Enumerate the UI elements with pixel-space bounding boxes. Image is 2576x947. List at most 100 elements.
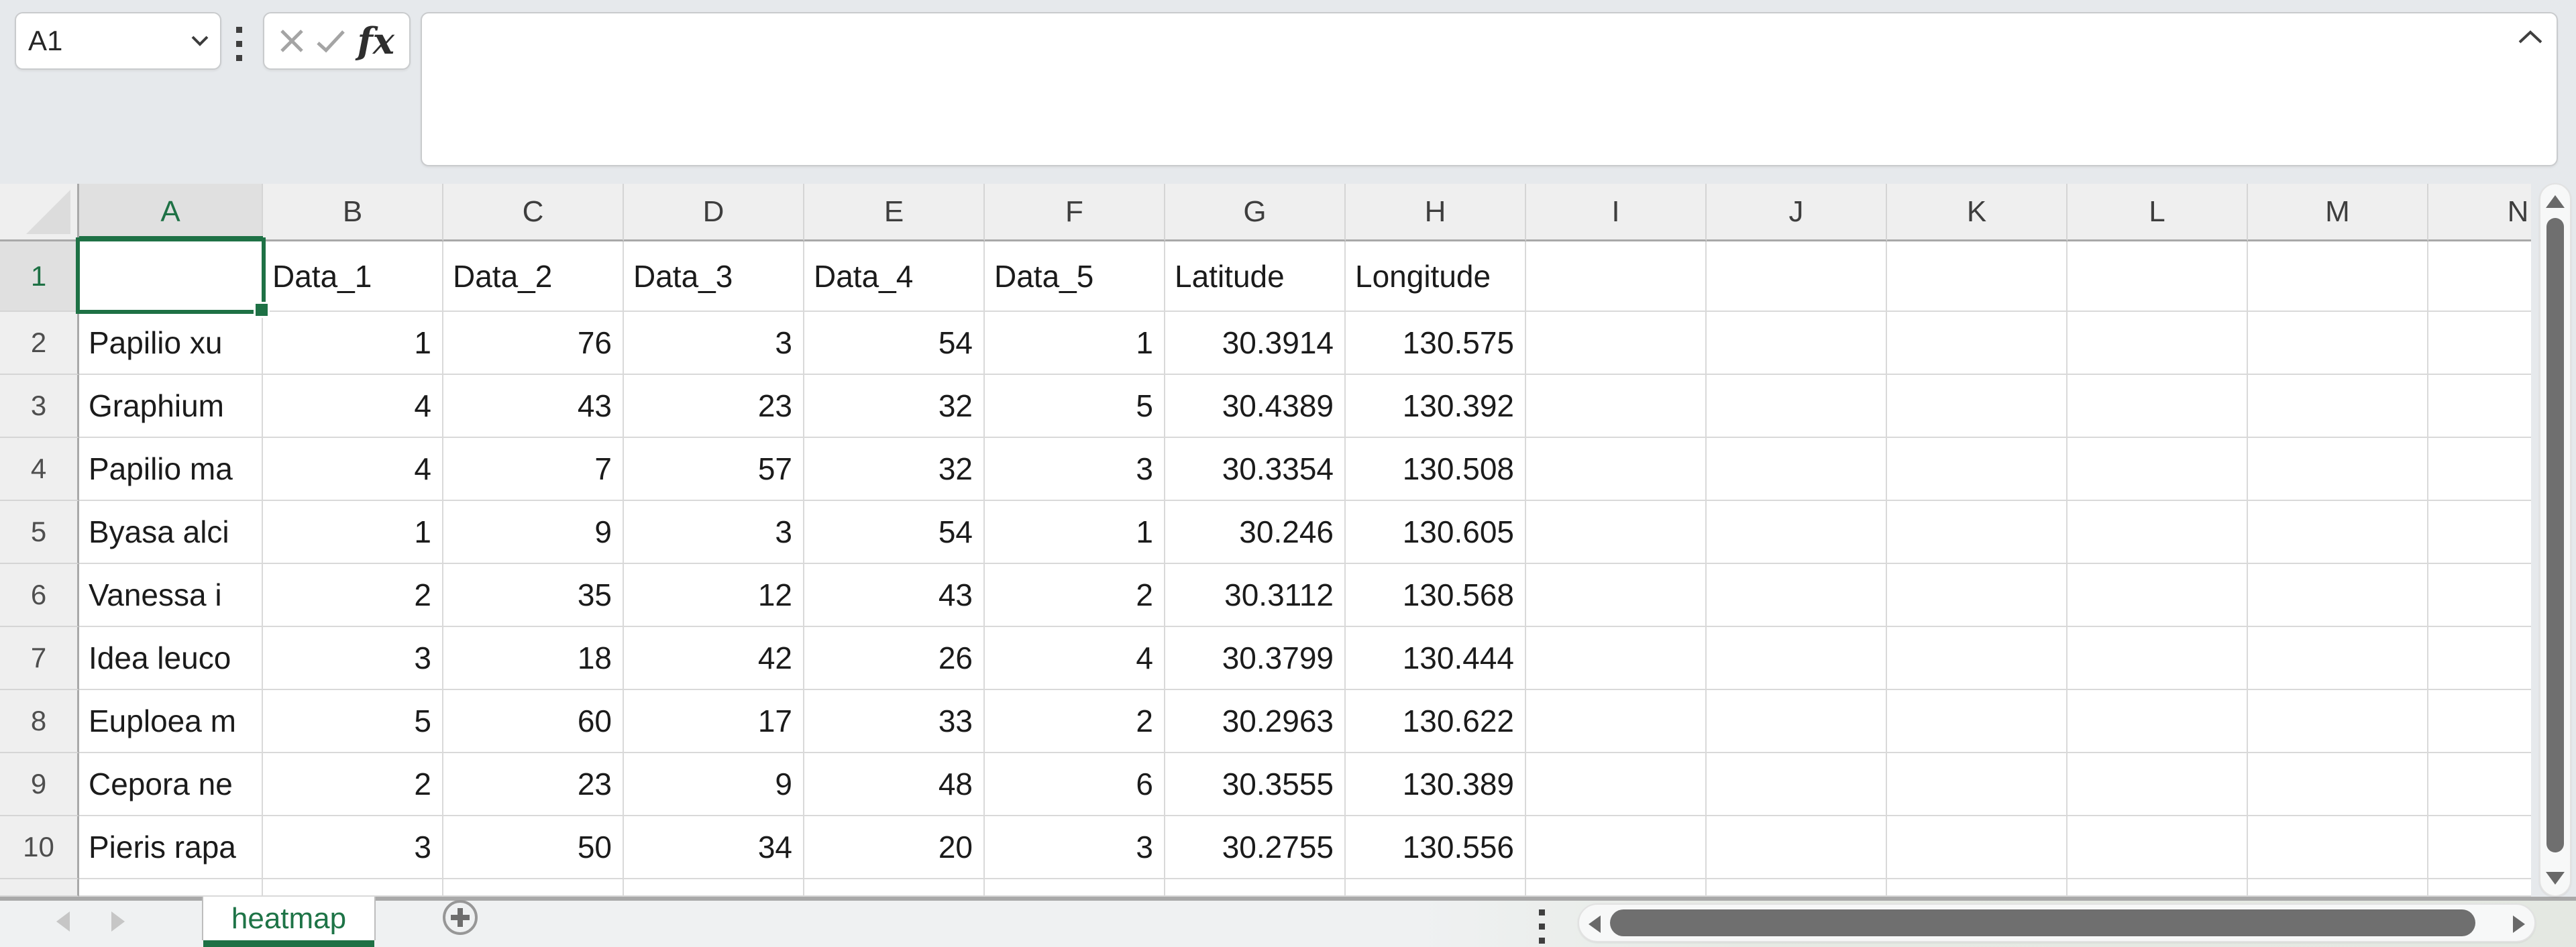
cell-latitude[interactable]: 30.3354 [1165,438,1346,501]
cell[interactable] [2428,879,2531,897]
cell[interactable]: 17 [624,690,804,753]
column-header-M[interactable]: M [2248,184,2428,241]
cell-species[interactable]: Idea leuco [79,627,263,690]
row-header-2[interactable]: 2 [0,312,79,375]
cell[interactable] [2248,627,2428,690]
next-sheet-icon[interactable] [111,911,125,932]
row-header-5[interactable]: 5 [0,501,79,564]
row-header-10[interactable]: 10 [0,816,79,879]
cell[interactable]: 54 [804,501,985,564]
cell[interactable] [2248,753,2428,816]
cell[interactable] [1887,241,2068,312]
cell[interactable] [1526,690,1707,753]
cell[interactable] [2068,241,2248,312]
cell[interactable]: 50 [443,816,624,879]
cell[interactable] [624,879,804,897]
cell-species[interactable]: Euploea m [79,690,263,753]
cell[interactable] [1526,312,1707,375]
cell[interactable]: 1 [985,312,1165,375]
cell[interactable]: 32 [804,375,985,438]
cell-latitude[interactable]: 30.2755 [1165,816,1346,879]
cell[interactable]: 2 [263,753,443,816]
row-header-11[interactable] [0,879,79,897]
cell[interactable] [1887,627,2068,690]
cell-longitude[interactable]: 130.575 [1346,312,1526,375]
horizontal-scrollbar-thumb[interactable] [1610,909,2475,936]
cell[interactable] [1526,816,1707,879]
cell[interactable] [2068,501,2248,564]
scroll-down-icon[interactable] [2546,872,2565,885]
cell[interactable] [2248,438,2428,501]
column-header-F[interactable]: F [985,184,1165,241]
cell[interactable] [1707,879,1887,897]
cell[interactable] [2068,690,2248,753]
cell[interactable] [1526,438,1707,501]
cell-species[interactable]: Graphium [79,375,263,438]
column-header-E[interactable]: E [804,184,985,241]
cell-B1[interactable]: Data_1 [263,241,443,312]
cell[interactable]: 9 [443,501,624,564]
column-header-I[interactable]: I [1526,184,1707,241]
cell-F1[interactable]: Data_5 [985,241,1165,312]
horizontal-scrollbar[interactable] [1578,903,2536,942]
cell[interactable] [1887,816,2068,879]
cell[interactable] [1526,501,1707,564]
cell[interactable]: 2 [985,564,1165,627]
cell[interactable] [1887,375,2068,438]
cell-D1[interactable]: Data_3 [624,241,804,312]
cell[interactable]: 3 [263,816,443,879]
cell[interactable] [2428,816,2531,879]
cell[interactable] [1707,241,1887,312]
cell[interactable]: 1 [263,312,443,375]
cell[interactable] [1707,375,1887,438]
cell[interactable]: 35 [443,564,624,627]
formula-bar-grip-icon[interactable] [236,27,242,61]
cell[interactable] [2068,816,2248,879]
cell[interactable] [1707,501,1887,564]
cell[interactable] [2248,501,2428,564]
cell-E1[interactable]: Data_4 [804,241,985,312]
cell[interactable]: 26 [804,627,985,690]
cell-G1[interactable]: Latitude [1165,241,1346,312]
cell[interactable] [2248,690,2428,753]
cell[interactable] [985,879,1165,897]
cell[interactable] [2248,564,2428,627]
cell[interactable] [1526,879,1707,897]
cell[interactable]: 5 [985,375,1165,438]
cell-species[interactable]: Papilio ma [79,438,263,501]
cell[interactable] [79,879,263,897]
row-header-6[interactable]: 6 [0,564,79,627]
column-header-L[interactable]: L [2068,184,2248,241]
cell[interactable] [2248,879,2428,897]
cancel-icon[interactable] [279,28,305,54]
cell-latitude[interactable]: 30.3914 [1165,312,1346,375]
cell[interactable]: 1 [263,501,443,564]
cell[interactable] [1887,438,2068,501]
cell-longitude[interactable]: 130.556 [1346,816,1526,879]
cell-longitude[interactable]: 130.392 [1346,375,1526,438]
cell[interactable] [2068,312,2248,375]
scrollbar-grip-icon[interactable] [1539,909,1545,944]
cell[interactable]: 3 [263,627,443,690]
chevron-up-icon[interactable] [2518,30,2543,44]
cell[interactable]: 1 [985,501,1165,564]
cell[interactable] [2248,375,2428,438]
row-header-4[interactable]: 4 [0,438,79,501]
column-header-H[interactable]: H [1346,184,1526,241]
cell[interactable] [2428,312,2531,375]
cell-latitude[interactable]: 30.246 [1165,501,1346,564]
cell[interactable] [2068,879,2248,897]
column-header-A[interactable]: A [79,184,263,241]
cell[interactable] [1707,564,1887,627]
cell[interactable] [1887,879,2068,897]
cell[interactable]: 2 [263,564,443,627]
cell[interactable] [2428,438,2531,501]
cell[interactable] [1707,312,1887,375]
name-box[interactable]: A1 [15,12,221,70]
cell-H1[interactable]: Longitude [1346,241,1526,312]
cell[interactable] [2068,627,2248,690]
cell[interactable]: 43 [443,375,624,438]
cell[interactable]: 34 [624,816,804,879]
cell[interactable] [2428,690,2531,753]
cell-C1[interactable]: Data_2 [443,241,624,312]
